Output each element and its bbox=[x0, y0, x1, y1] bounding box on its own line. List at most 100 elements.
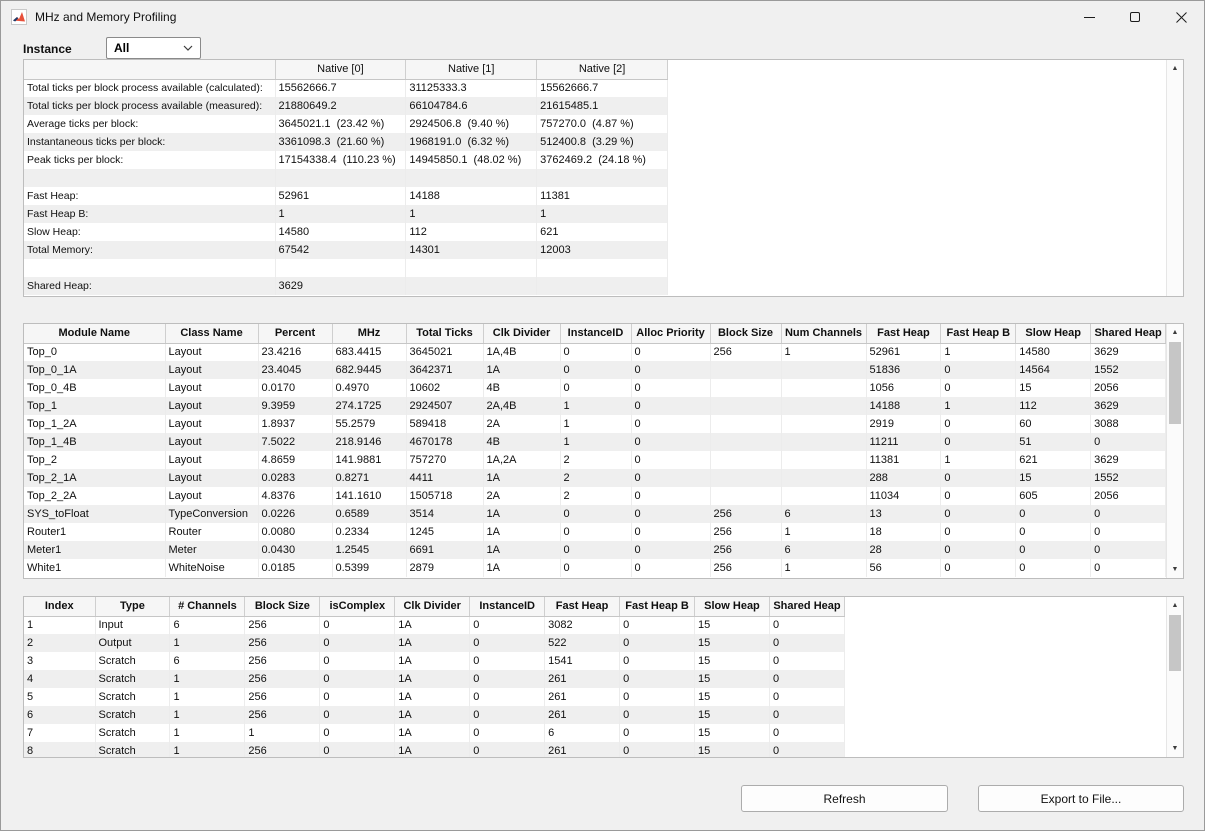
table-cell[interactable]: 4411 bbox=[406, 469, 483, 487]
table-cell[interactable]: 4B bbox=[483, 379, 560, 397]
table-cell[interactable]: 15 bbox=[695, 616, 770, 634]
table-cell[interactable]: 14564 bbox=[1016, 361, 1091, 379]
table-cell[interactable]: 0.2334 bbox=[332, 523, 406, 541]
table-cell[interactable]: 0 bbox=[1016, 505, 1091, 523]
table-cell[interactable]: 6691 bbox=[406, 541, 483, 559]
table-cell[interactable]: 11381 bbox=[537, 187, 668, 205]
table-cell[interactable] bbox=[781, 487, 866, 505]
table-cell[interactable]: 2056 bbox=[1091, 487, 1166, 505]
table-cell[interactable]: Scratch bbox=[95, 742, 170, 758]
export-button[interactable]: Export to File... bbox=[978, 785, 1184, 812]
column-header[interactable]: Slow Heap bbox=[1016, 324, 1091, 343]
table-cell[interactable]: 3645021.1 (23.42 %) bbox=[275, 115, 406, 133]
table-cell[interactable]: 757270 bbox=[406, 451, 483, 469]
table-cell[interactable]: 11034 bbox=[866, 487, 941, 505]
table-cell[interactable] bbox=[781, 415, 866, 433]
table-cell[interactable]: 682.9445 bbox=[332, 361, 406, 379]
column-header[interactable]: Shared Heap bbox=[1091, 324, 1166, 343]
table-cell[interactable]: 8 bbox=[24, 742, 95, 758]
table-cell[interactable]: 0 bbox=[1091, 541, 1166, 559]
table-cell[interactable]: Scratch bbox=[95, 652, 170, 670]
table-cell[interactable]: 14188 bbox=[866, 397, 941, 415]
table-row[interactable]: SYS_toFloatTypeConversion0.02260.6589351… bbox=[24, 505, 1166, 523]
table-row[interactable]: 1Input625601A030820150 bbox=[24, 616, 845, 634]
table-cell[interactable]: 1A bbox=[483, 523, 560, 541]
table-cell[interactable]: 1A bbox=[395, 706, 470, 724]
table-row[interactable]: Top_2_2ALayout4.8376141.161015057182A201… bbox=[24, 487, 1166, 505]
table-cell[interactable]: 0 bbox=[560, 379, 631, 397]
table-cell[interactable]: 1 bbox=[170, 742, 245, 758]
table-cell[interactable] bbox=[781, 433, 866, 451]
column-header[interactable]: Fast Heap B bbox=[941, 324, 1016, 343]
table-cell[interactable]: 261 bbox=[545, 688, 620, 706]
table-row[interactable]: Total Memory:675421430112003 bbox=[24, 241, 668, 259]
table-cell[interactable]: Input bbox=[95, 616, 170, 634]
table-cell[interactable]: Layout bbox=[165, 451, 258, 469]
table-cell[interactable]: 15 bbox=[1016, 379, 1091, 397]
table-cell[interactable]: Layout bbox=[165, 343, 258, 361]
table-cell[interactable]: 4 bbox=[24, 670, 95, 688]
table-cell[interactable]: 0 bbox=[941, 523, 1016, 541]
table-cell[interactable]: 3762469.2 (24.18 %) bbox=[537, 151, 668, 169]
table-cell[interactable]: 1 bbox=[170, 634, 245, 652]
table-cell[interactable]: 0.0080 bbox=[258, 523, 332, 541]
table-cell[interactable]: 0.5399 bbox=[332, 559, 406, 577]
column-header[interactable]: Fast Heap B bbox=[620, 597, 695, 616]
table-row[interactable]: Top_1_2ALayout1.893755.25795894182A10291… bbox=[24, 415, 1166, 433]
table-cell[interactable]: 4B bbox=[483, 433, 560, 451]
table-cell[interactable]: Layout bbox=[165, 379, 258, 397]
table-cell[interactable]: 3088 bbox=[1091, 415, 1166, 433]
table-cell[interactable]: 1A bbox=[395, 616, 470, 634]
table-cell[interactable]: 256 bbox=[710, 559, 781, 577]
instance-dropdown[interactable]: All bbox=[106, 37, 201, 59]
table-cell[interactable]: Total Memory: bbox=[24, 241, 275, 259]
table-cell[interactable]: 0 bbox=[1091, 433, 1166, 451]
table-cell[interactable]: Layout bbox=[165, 487, 258, 505]
table-cell[interactable]: 0 bbox=[769, 634, 844, 652]
table-cell[interactable]: 1 bbox=[406, 205, 537, 223]
table-cell[interactable]: 0 bbox=[941, 379, 1016, 397]
table-cell[interactable]: Top_2_1A bbox=[24, 469, 165, 487]
table-cell[interactable]: 66104784.6 bbox=[406, 97, 537, 115]
table-cell[interactable]: 31125333.3 bbox=[406, 79, 537, 97]
table-cell[interactable]: 1A bbox=[395, 688, 470, 706]
column-header[interactable]: Native [2] bbox=[537, 60, 668, 79]
table-cell[interactable]: 0 bbox=[941, 487, 1016, 505]
column-header[interactable]: Native [0] bbox=[275, 60, 406, 79]
table-cell[interactable]: 0 bbox=[631, 433, 710, 451]
table-cell[interactable]: 0 bbox=[769, 688, 844, 706]
table-cell[interactable] bbox=[406, 169, 537, 187]
table-cell[interactable] bbox=[406, 277, 537, 295]
column-header[interactable]: InstanceID bbox=[560, 324, 631, 343]
column-header[interactable]: MHz bbox=[332, 324, 406, 343]
table-cell[interactable]: Meter1 bbox=[24, 541, 165, 559]
table-cell[interactable]: 1 bbox=[941, 397, 1016, 415]
table-cell[interactable]: 0 bbox=[631, 559, 710, 577]
table-cell[interactable]: 261 bbox=[545, 706, 620, 724]
table-cell[interactable]: 0 bbox=[769, 670, 844, 688]
table-cell[interactable]: 261 bbox=[545, 670, 620, 688]
table-row[interactable]: Top_0Layout23.4216683.441536450211A,4B00… bbox=[24, 343, 1166, 361]
table-cell[interactable]: 2A bbox=[483, 487, 560, 505]
table-cell[interactable]: Peak ticks per block: bbox=[24, 151, 275, 169]
close-button[interactable] bbox=[1158, 1, 1204, 33]
table-cell[interactable]: 0.0430 bbox=[258, 541, 332, 559]
table-cell[interactable]: 15562666.7 bbox=[537, 79, 668, 97]
table-cell[interactable]: 0 bbox=[620, 706, 695, 724]
table-cell[interactable]: 0 bbox=[1016, 559, 1091, 577]
column-header[interactable] bbox=[24, 60, 275, 79]
table-cell[interactable]: 15 bbox=[695, 724, 770, 742]
table-row[interactable]: Top_2Layout4.8659141.98817572701A,2A2011… bbox=[24, 451, 1166, 469]
column-header[interactable]: Block Size bbox=[245, 597, 320, 616]
table-cell[interactable]: 15 bbox=[695, 706, 770, 724]
table-cell[interactable]: 1.8937 bbox=[258, 415, 332, 433]
table-cell[interactable]: 0 bbox=[941, 559, 1016, 577]
table-cell[interactable]: 52961 bbox=[275, 187, 406, 205]
table-cell[interactable]: 0 bbox=[769, 652, 844, 670]
table-cell[interactable]: 4.8659 bbox=[258, 451, 332, 469]
table-cell[interactable]: 256 bbox=[245, 634, 320, 652]
table-cell[interactable]: 6 bbox=[781, 505, 866, 523]
table-cell[interactable]: TypeConversion bbox=[165, 505, 258, 523]
table-cell[interactable]: 0 bbox=[560, 559, 631, 577]
table-row[interactable]: 3Scratch625601A015410150 bbox=[24, 652, 845, 670]
